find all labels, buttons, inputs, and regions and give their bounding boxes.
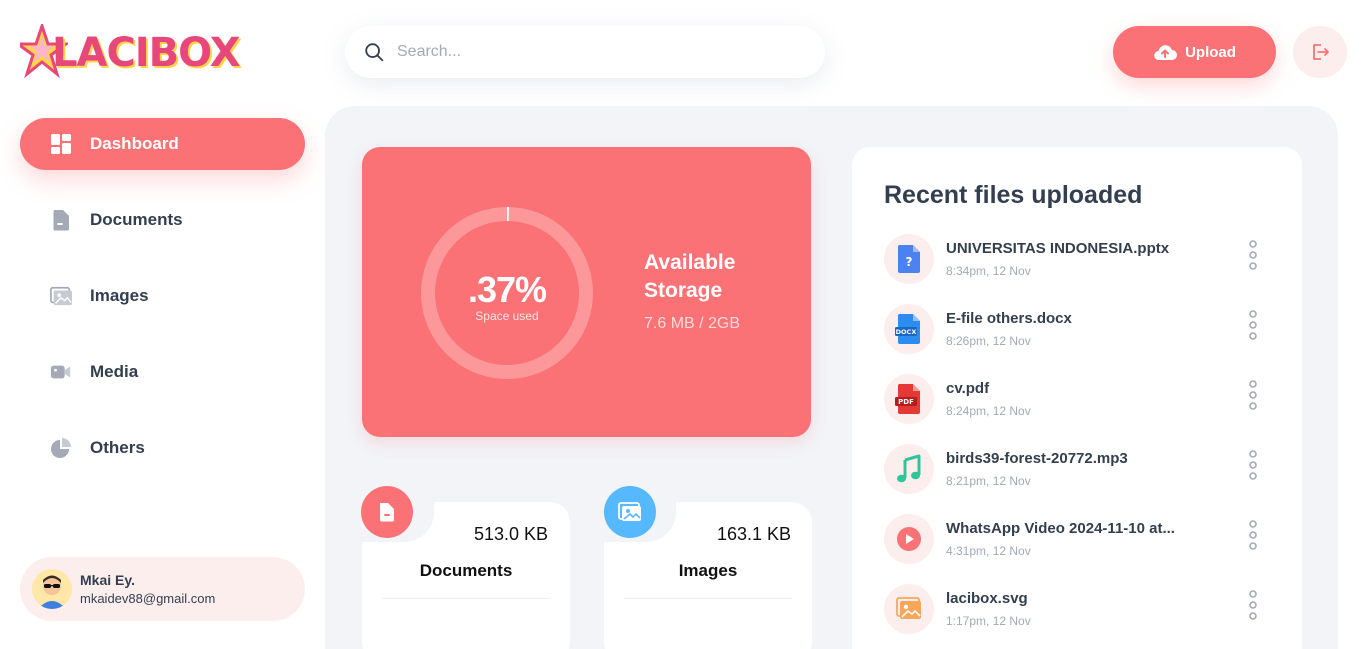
sidebar-item-label: Others [90, 438, 145, 457]
images-badge-icon [604, 486, 656, 538]
search-input[interactable] [397, 43, 797, 61]
more-options-icon[interactable] [1246, 310, 1260, 340]
file-date: 4:31pm, 12 Nov [946, 544, 1031, 558]
logout-icon [1313, 44, 1329, 60]
upload-button[interactable]: Upload [1113, 26, 1276, 78]
upload-button-label: Upload [1185, 43, 1236, 61]
divider [624, 598, 792, 599]
video-file-icon [884, 514, 934, 564]
pptx-file-icon: ? [884, 234, 934, 284]
images-label: Images [678, 561, 738, 580]
sidebar-item-label: Documents [90, 210, 183, 229]
more-options-icon[interactable] [1246, 380, 1260, 410]
storage-card: .37% Space used Available Storage 7.6 MB… [362, 147, 811, 437]
main-content: .37% Space used Available Storage 7.6 MB… [325, 106, 1338, 649]
storage-percent-caption: Space used [475, 309, 539, 323]
recent-file-row[interactable]: ? UNIVERSITAS INDONESIA.pptx 8:34pm, 12 … [884, 234, 1274, 286]
cloud-upload-icon [1154, 45, 1178, 61]
svg-text:?: ? [906, 255, 913, 269]
recent-file-row[interactable]: WhatsApp Video 2024-11-10 at... 4:31pm, … [884, 514, 1274, 566]
file-name: birds39-forest-20772.mp3 [946, 450, 1128, 467]
recent-files-panel: Recent files uploaded ? UNIVERSITAS INDO… [852, 147, 1302, 649]
file-date: 1:17pm, 12 Nov [946, 614, 1031, 628]
svg-text:DOCX: DOCX [896, 328, 917, 336]
svg-text:PDF: PDF [898, 398, 914, 406]
sidebar-item-label: Images [90, 286, 149, 305]
documents-icon [50, 209, 72, 231]
avatar [32, 569, 72, 609]
pdf-file-icon: PDF [884, 374, 934, 424]
search-bar[interactable] [345, 26, 825, 78]
image-file-icon [884, 584, 934, 634]
file-date: 8:34pm, 12 Nov [946, 264, 1031, 278]
file-name: WhatsApp Video 2024-11-10 at... [946, 520, 1175, 537]
logo-text: LACIBOX [52, 30, 241, 76]
recent-file-row[interactable]: birds39-forest-20772.mp3 8:21pm, 12 Nov [884, 444, 1274, 496]
sidebar-item-label: Media [90, 362, 139, 381]
more-options-icon[interactable] [1246, 450, 1260, 480]
file-name: lacibox.svg [946, 590, 1028, 607]
sidebar-item-documents[interactable]: Documents [20, 194, 305, 246]
documents-label: Documents [419, 561, 513, 580]
recent-file-row[interactable]: PDF cv.pdf 8:24pm, 12 Nov [884, 374, 1274, 426]
recent-file-row[interactable]: lacibox.svg 1:17pm, 12 Nov [884, 584, 1274, 636]
logout-button[interactable] [1293, 26, 1347, 78]
file-name: UNIVERSITAS INDONESIA.pptx [946, 240, 1170, 257]
app-logo[interactable]: LACIBOX [20, 24, 260, 80]
file-date: 8:26pm, 12 Nov [946, 334, 1031, 348]
sidebar-item-dashboard[interactable]: Dashboard [20, 118, 305, 170]
sidebar-item-label: Dashboard [90, 134, 179, 153]
storage-title: Available Storage [644, 251, 736, 302]
search-icon [365, 43, 384, 62]
file-name: cv.pdf [946, 380, 990, 397]
file-date: 8:21pm, 12 Nov [946, 474, 1031, 488]
more-options-icon[interactable] [1246, 520, 1260, 550]
documents-size: 513.0 KB [473, 524, 548, 544]
user-name: Mkai Ey. [80, 572, 135, 588]
file-name: E-file others.docx [946, 310, 1072, 327]
images-size: 163.1 KB [716, 524, 791, 544]
user-profile-card[interactable]: Mkai Ey. mkaidev88@gmail.com [20, 557, 305, 621]
storage-percent: .37% [467, 269, 547, 310]
sidebar-item-others[interactable]: Others [20, 422, 305, 474]
sidebar-item-media[interactable]: Media [20, 346, 305, 398]
sidebar-item-images[interactable]: Images [20, 270, 305, 322]
user-email: mkaidev88@gmail.com [80, 591, 216, 606]
media-icon [50, 361, 72, 383]
audio-file-icon [884, 444, 934, 494]
recent-file-row[interactable]: DOCX E-file others.docx 8:26pm, 12 Nov [884, 304, 1274, 356]
images-icon [50, 285, 72, 307]
documents-badge-icon [361, 486, 413, 538]
recent-files-title: Recent files uploaded [884, 181, 1143, 209]
dashboard-icon [50, 133, 72, 155]
file-date: 8:24pm, 12 Nov [946, 404, 1031, 418]
docx-file-icon: DOCX [884, 304, 934, 354]
others-icon [50, 437, 72, 459]
divider [382, 598, 550, 599]
more-options-icon[interactable] [1246, 590, 1260, 620]
more-options-icon[interactable] [1246, 240, 1260, 270]
storage-size: 7.6 MB / 2GB [644, 315, 741, 332]
